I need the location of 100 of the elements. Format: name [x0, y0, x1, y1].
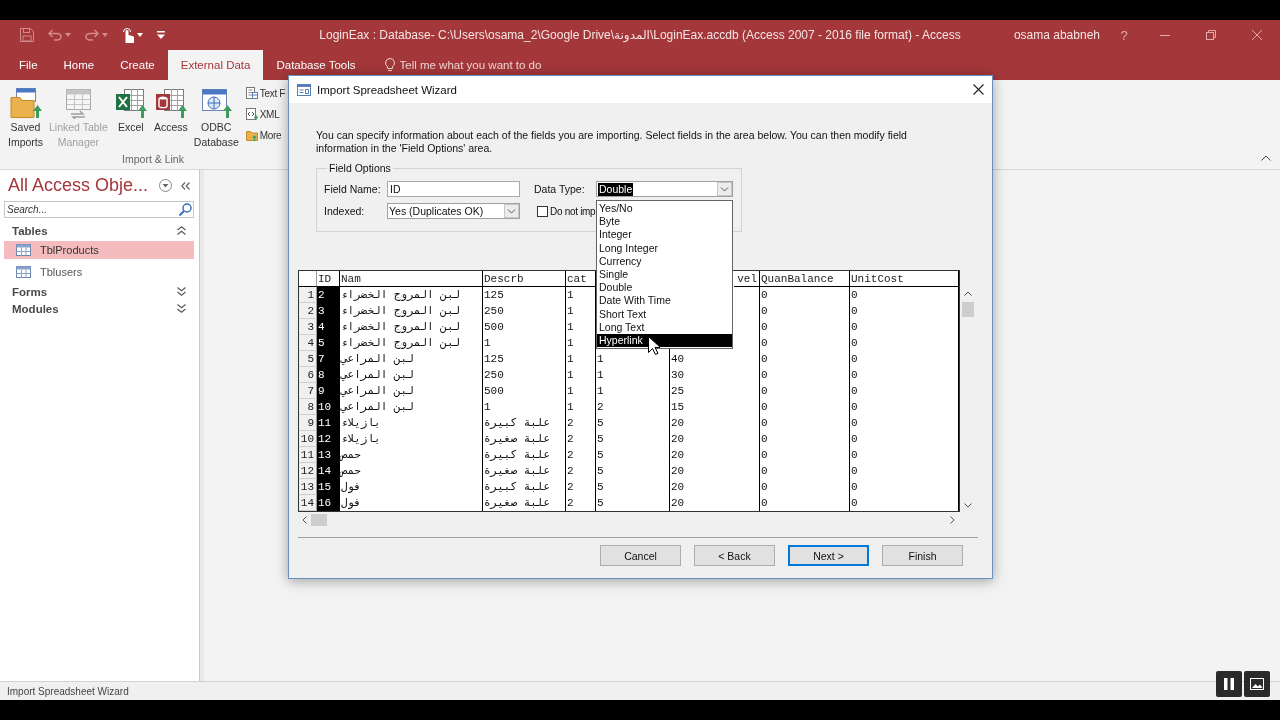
field-name-input[interactable]: ID	[387, 181, 520, 197]
table-cell: 2	[566, 415, 596, 431]
ribbon-button[interactable]: More	[245, 126, 286, 144]
caret-down-icon[interactable]	[137, 33, 143, 37]
customize-icon[interactable]	[157, 31, 165, 39]
dropdown-option[interactable]: Hyperlink	[597, 333, 732, 348]
ribbon-button[interactable]: Excel	[111, 87, 150, 135]
table-cell: 500	[483, 383, 566, 399]
nav-group-header[interactable]: Tables	[4, 222, 194, 239]
window-title: LoginEax : Database- C:\Users\osama_2\Google Drive\المدونة\LoginEax.accdb (Access 2007 - 2016 file format) - Access	[319, 28, 961, 42]
table-cell: 7	[317, 351, 340, 367]
table-cell: 5	[317, 335, 340, 351]
ribbon-button[interactable]: Access	[151, 87, 190, 135]
dropdown-option[interactable]: Long Integer	[597, 241, 732, 255]
dropdown-option[interactable]: Long Text	[597, 320, 732, 334]
table-cell: 500	[483, 319, 566, 335]
scroll-left-icon[interactable]	[302, 516, 307, 524]
data-type-select[interactable]: Double	[596, 181, 733, 197]
ribbon-tab[interactable]: Home	[50, 50, 108, 74]
table-cell: 5	[596, 447, 670, 463]
indexed-select[interactable]: Yes (Duplicates OK)	[387, 203, 520, 219]
checkbox-label: Do not imp	[550, 205, 596, 217]
search-icon[interactable]	[179, 203, 192, 216]
nav-group-header[interactable]: Modules	[4, 300, 194, 317]
table-cell: 2	[317, 287, 340, 303]
close-icon	[1252, 30, 1262, 40]
ribbon-tab[interactable]: File	[6, 50, 51, 74]
table-cell: فول	[340, 479, 483, 495]
ribbon-button[interactable]: ODBC Database	[191, 87, 241, 150]
table-cell: 2	[566, 479, 596, 495]
table-cell: 0	[850, 383, 959, 399]
ribbon-button[interactable]: Text F	[245, 84, 286, 102]
table-cell: 1	[566, 287, 596, 303]
selected-value: Double	[598, 182, 634, 196]
table-cell: بازيلاء	[340, 431, 483, 447]
ribbon-button[interactable]: Saved Imports	[6, 87, 45, 150]
table-cell: 0	[850, 351, 959, 367]
nav-item[interactable]: TblProducts	[4, 241, 194, 259]
table-cell: 9	[317, 383, 340, 399]
ribbon-tab[interactable]: Database Tools	[263, 50, 369, 74]
pause-icon[interactable]	[1216, 671, 1242, 697]
table-cell: 11	[317, 415, 340, 431]
table-cell: 0	[850, 399, 959, 415]
scrollbar-thumb[interactable]	[962, 302, 974, 317]
checkbox[interactable]	[537, 205, 548, 217]
dropdown-option[interactable]: Byte	[597, 215, 732, 229]
dropdown-option[interactable]: Yes/No	[597, 202, 732, 216]
scroll-down-icon[interactable]	[964, 503, 972, 508]
row-number: 11	[299, 447, 317, 463]
chevron-up-icon[interactable]	[1261, 155, 1271, 161]
table-cell: 0	[850, 447, 959, 463]
scroll-right-icon[interactable]	[950, 516, 955, 524]
table-cell: 1	[566, 351, 596, 367]
table-cell: 20	[670, 479, 760, 495]
double-chevron-down-icon[interactable]	[177, 287, 186, 296]
hand-icon[interactable]	[122, 27, 134, 43]
table-cell: لبن المروج الخضراء	[340, 319, 483, 335]
dropdown-option[interactable]: Date With Time	[597, 294, 732, 308]
table-cell: 14	[317, 463, 340, 479]
dialog-title: Import Spreadsheet Wizard	[317, 83, 457, 96]
search-field[interactable]: Search...	[4, 201, 194, 218]
dropdown-option[interactable]: Single	[597, 267, 732, 282]
double-chevron-down-icon[interactable]	[177, 304, 186, 313]
spreadsheet-icon	[114, 87, 147, 119]
table-cell: 0	[760, 383, 850, 399]
scroll-up-icon[interactable]	[964, 291, 972, 296]
table-cell: علبة صغيرة	[483, 495, 566, 511]
ribbon-button[interactable]: XML	[245, 105, 286, 123]
table-cell: 20	[670, 431, 760, 447]
table-cell: حمص	[340, 463, 483, 479]
table-cell: 0	[850, 303, 959, 319]
tell-me-field[interactable]: Tell me what you want to do	[399, 59, 560, 71]
picture-icon[interactable]	[1244, 671, 1270, 697]
table-cell: 0	[850, 335, 959, 351]
dialog-button[interactable]: Cancel	[600, 545, 681, 566]
table-cell: 0	[850, 367, 959, 383]
double-chevron-icon[interactable]	[181, 181, 190, 190]
row-number: 2	[299, 303, 317, 319]
dialog-button[interactable]: < Back	[694, 545, 775, 566]
nav-item[interactable]: Tblusers	[4, 263, 194, 281]
ribbon-tab[interactable]: External Data	[167, 50, 264, 80]
scrollbar-thumb[interactable]	[311, 514, 327, 526]
dropdown-option[interactable]: Short Text	[597, 307, 732, 321]
dialog-button[interactable]: Next >	[788, 545, 869, 566]
dropdown-option[interactable]: Currency	[597, 254, 732, 268]
double-chevron-up-icon[interactable]	[177, 226, 186, 235]
table-cell: علبة كبيرة	[483, 415, 566, 431]
nav-group-header[interactable]: Forms	[4, 283, 194, 300]
table-cell: 5	[596, 415, 670, 431]
dropdown-option[interactable]: Integer	[597, 228, 732, 242]
pane-title: All Access Obje...	[8, 175, 149, 196]
dialog-button[interactable]: Finish	[882, 545, 963, 566]
table-cell: 1	[596, 383, 670, 399]
dropdown-option[interactable]: Double	[597, 281, 732, 295]
table-cell: 0	[850, 319, 959, 335]
ribbon-tab[interactable]: Create	[107, 50, 168, 74]
table-cell: 13	[317, 447, 340, 463]
table-icon	[16, 244, 31, 256]
table-cell: فول	[340, 495, 483, 511]
dropdown-icon[interactable]	[159, 179, 172, 192]
